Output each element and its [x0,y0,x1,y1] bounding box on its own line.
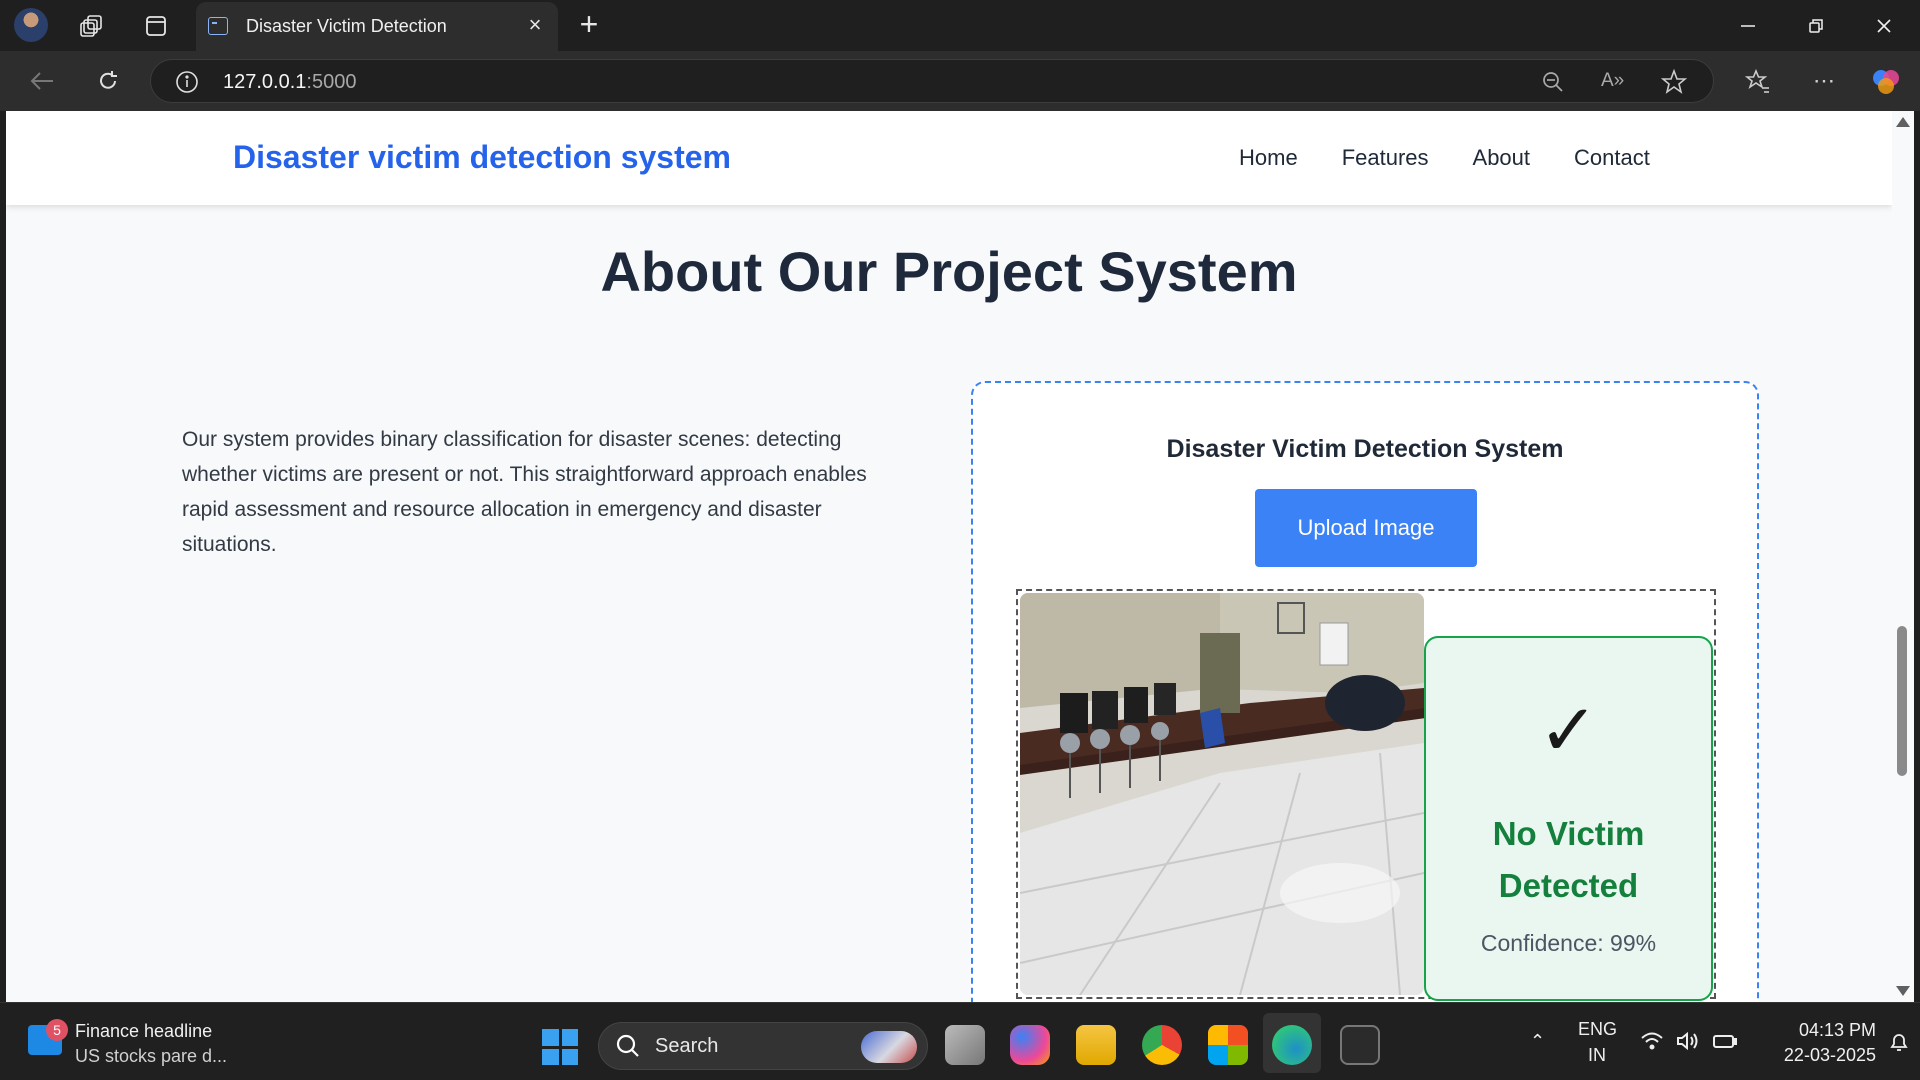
detection-demo-card: Disaster Victim Detection System Upload … [971,381,1759,1002]
notifications-bell-icon[interactable] [1888,1031,1910,1058]
show-hidden-icons-icon[interactable]: ⌃ [1530,1031,1545,1052]
windows-taskbar: 5 Finance headline US stocks pare d... S… [0,1002,1920,1080]
wifi-icon[interactable] [1640,1031,1664,1056]
chrome-icon[interactable] [1142,1025,1182,1065]
edge-icon[interactable] [1272,1025,1312,1065]
copilot-app-icon[interactable] [1010,1025,1050,1065]
tab-actions-icon[interactable] [138,8,174,44]
detection-status: No Victim Detected [1492,815,1645,904]
search-icon [615,1033,641,1064]
url-port: :5000 [306,71,357,93]
favorite-star-icon[interactable] [1660,68,1688,100]
site-brand[interactable]: Disaster victim detection system [233,139,731,176]
clock-time[interactable]: 04:13 PM [1772,1020,1876,1041]
scroll-down-icon[interactable] [1896,986,1910,996]
search-label: Search [655,1035,719,1057]
about-heading: About Our Project System [600,240,1298,303]
microsoft-store-icon[interactable] [1208,1025,1248,1065]
workspaces-icon[interactable] [74,8,110,44]
url-text[interactable]: 127.0.0.1:5000 [223,71,356,94]
browser-toolbar: 127.0.0.1:5000 A» ⋯ [0,51,1920,111]
read-aloud-icon[interactable]: A» [1601,70,1624,92]
site-navbar: Disaster victim detection system Home Fe… [6,111,1892,205]
task-view-icon[interactable] [945,1025,985,1065]
terminal-icon[interactable] [1340,1025,1380,1065]
taskbar-search[interactable]: Search [598,1022,928,1070]
page-viewport: Disaster victim detection system Home Fe… [6,111,1892,1002]
search-highlight-icon [861,1031,917,1063]
new-tab-icon[interactable]: + [572,8,606,42]
restore-icon[interactable] [1796,6,1836,46]
address-bar[interactable]: 127.0.0.1:5000 A» [150,59,1714,103]
file-explorer-icon[interactable] [1076,1025,1116,1065]
terminal-favicon-icon [208,17,228,35]
browser-titlebar: Disaster Victim Detection × + [0,0,1920,51]
profile-avatar[interactable] [14,8,48,42]
language-indicator[interactable]: ENG [1578,1019,1617,1040]
upload-image-button[interactable]: Upload Image [1255,489,1477,567]
copilot-icon[interactable] [1866,61,1906,101]
nav-contact[interactable]: Contact [1574,145,1650,171]
news-subtitle[interactable]: US stocks pare d... [75,1046,227,1067]
scroll-thumb[interactable] [1897,626,1907,776]
region-indicator[interactable]: IN [1588,1045,1606,1066]
favorites-icon[interactable] [1738,61,1778,101]
minimize-icon[interactable] [1728,6,1768,46]
refresh-icon[interactable] [88,61,128,101]
about-description: Our system provides binary classificatio… [182,428,867,556]
news-badge: 5 [46,1019,68,1041]
battery-icon[interactable] [1712,1031,1738,1056]
browser-tab-active[interactable]: Disaster Victim Detection × [196,2,558,51]
nav-home[interactable]: Home [1239,145,1298,171]
confidence-score: Confidence: 99% [1480,930,1657,956]
uploaded-scene-image [1020,593,1424,995]
nav-about[interactable]: About [1473,145,1531,171]
scroll-up-icon[interactable] [1896,117,1910,127]
volume-icon[interactable] [1676,1031,1700,1056]
site-info-icon[interactable] [175,70,199,99]
tab-title: Disaster Victim Detection [246,16,447,36]
close-window-icon[interactable] [1864,6,1904,46]
result-panel: ✓ No Victim Detected Confidence: 99% [1424,636,1713,1001]
zoom-out-icon[interactable] [1541,70,1565,99]
result-area: ✓ No Victim Detected Confidence: 99% [1016,589,1716,1001]
nav-links: Home Features About Contact [1239,145,1650,171]
more-menu-icon[interactable]: ⋯ [1804,61,1844,101]
checkmark-icon: ✓ [1538,691,1599,771]
clock-date[interactable]: 22-03-2025 [1762,1045,1876,1066]
page-scrollbar[interactable] [1892,111,1914,1002]
nav-features[interactable]: Features [1342,145,1429,171]
windows-start-icon[interactable] [542,1029,578,1065]
news-title[interactable]: Finance headline [75,1021,212,1042]
back-arrow-icon[interactable] [22,61,62,101]
demo-title: Disaster Victim Detection System [1166,435,1564,463]
close-tab-icon[interactable]: × [522,12,548,38]
url-host: 127.0.0.1 [223,71,307,93]
